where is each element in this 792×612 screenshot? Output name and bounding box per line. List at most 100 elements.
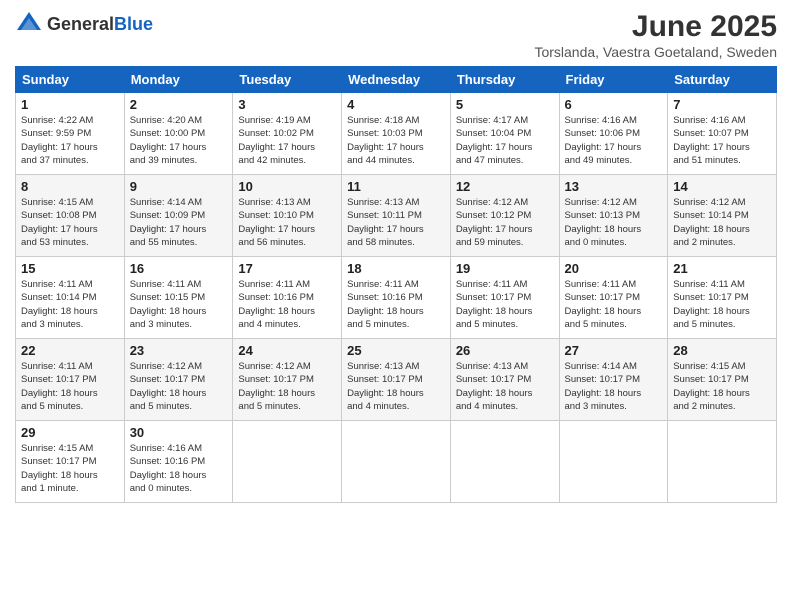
weekday-thursday: Thursday bbox=[450, 67, 559, 93]
day-info: Sunrise: 4:11 AMSunset: 10:17 PMDaylight… bbox=[673, 278, 771, 331]
calendar-day-18: 18Sunrise: 4:11 AMSunset: 10:16 PMDaylig… bbox=[342, 257, 451, 339]
day-info: Sunrise: 4:15 AMSunset: 10:17 PMDaylight… bbox=[21, 442, 119, 495]
day-info: Sunrise: 4:15 AMSunset: 10:17 PMDaylight… bbox=[673, 360, 771, 413]
empty-cell bbox=[668, 421, 777, 503]
day-info: Sunrise: 4:11 AMSunset: 10:16 PMDaylight… bbox=[238, 278, 336, 331]
day-number: 30 bbox=[130, 425, 228, 440]
title-block: June 2025 Torslanda, Vaestra Goetaland, … bbox=[534, 10, 777, 60]
day-info: Sunrise: 4:18 AMSunset: 10:03 PMDaylight… bbox=[347, 114, 445, 167]
day-number: 13 bbox=[565, 179, 663, 194]
day-number: 29 bbox=[21, 425, 119, 440]
calendar-day-8: 8 Sunrise: 4:15 AMSunset: 10:08 PMDayligh… bbox=[16, 175, 125, 257]
logo: GeneralBlue bbox=[15, 10, 153, 38]
calendar-day-20: 20 Sunrise: 4:11 AMSunset: 10:17 PMDaylig… bbox=[559, 257, 668, 339]
weekday-tuesday: Tuesday bbox=[233, 67, 342, 93]
day-number: 1 bbox=[21, 97, 119, 112]
day-number: 22 bbox=[21, 343, 119, 358]
day-info: Sunrise: 4:12 AMSunset: 10:12 PMDaylight… bbox=[456, 196, 554, 249]
day-number: 12 bbox=[456, 179, 554, 194]
calendar-day-6: 6Sunrise: 4:16 AMSunset: 10:06 PMDayligh… bbox=[559, 93, 668, 175]
day-info: Sunrise: 4:13 AMSunset: 10:10 PMDaylight… bbox=[238, 196, 336, 249]
calendar-day-29: 29 Sunrise: 4:15 AMSunset: 10:17 PMDaylig… bbox=[16, 421, 125, 503]
calendar-day-21: 21 Sunrise: 4:11 AMSunset: 10:17 PMDaylig… bbox=[668, 257, 777, 339]
calendar-day-25: 25Sunrise: 4:13 AMSunset: 10:17 PMDaylig… bbox=[342, 339, 451, 421]
logo-icon bbox=[15, 10, 43, 38]
day-info: Sunrise: 4:16 AMSunset: 10:06 PMDaylight… bbox=[565, 114, 663, 167]
calendar-week-5: 29 Sunrise: 4:15 AMSunset: 10:17 PMDaylig… bbox=[16, 421, 777, 503]
calendar-day-13: 13 Sunrise: 4:12 AMSunset: 10:13 PMDaylig… bbox=[559, 175, 668, 257]
calendar-day-30: 30Sunrise: 4:16 AMSunset: 10:16 PMDaylig… bbox=[124, 421, 233, 503]
day-info: Sunrise: 4:13 AMSunset: 10:11 PMDaylight… bbox=[347, 196, 445, 249]
calendar-week-2: 8 Sunrise: 4:15 AMSunset: 10:08 PMDayligh… bbox=[16, 175, 777, 257]
day-info: Sunrise: 4:11 AMSunset: 10:17 PMDaylight… bbox=[456, 278, 554, 331]
day-number: 3 bbox=[238, 97, 336, 112]
day-number: 16 bbox=[130, 261, 228, 276]
day-info: Sunrise: 4:11 AMSunset: 10:17 PMDaylight… bbox=[21, 360, 119, 413]
calendar-day-10: 10 Sunrise: 4:13 AMSunset: 10:10 PMDaylig… bbox=[233, 175, 342, 257]
day-number: 9 bbox=[130, 179, 228, 194]
location-subtitle: Torslanda, Vaestra Goetaland, Sweden bbox=[534, 44, 777, 60]
logo-text: GeneralBlue bbox=[47, 14, 153, 35]
calendar-body: 1Sunrise: 4:22 AMSunset: 9:59 PMDaylight… bbox=[16, 93, 777, 503]
day-number: 20 bbox=[565, 261, 663, 276]
weekday-header-row: SundayMondayTuesdayWednesdayThursdayFrid… bbox=[16, 67, 777, 93]
day-number: 21 bbox=[673, 261, 771, 276]
day-info: Sunrise: 4:11 AMSunset: 10:16 PMDaylight… bbox=[347, 278, 445, 331]
day-number: 23 bbox=[130, 343, 228, 358]
weekday-wednesday: Wednesday bbox=[342, 67, 451, 93]
day-number: 7 bbox=[673, 97, 771, 112]
weekday-friday: Friday bbox=[559, 67, 668, 93]
day-number: 4 bbox=[347, 97, 445, 112]
day-number: 14 bbox=[673, 179, 771, 194]
calendar-day-14: 14 Sunrise: 4:12 AMSunset: 10:14 PMDaylig… bbox=[668, 175, 777, 257]
empty-cell bbox=[450, 421, 559, 503]
day-info: Sunrise: 4:12 AMSunset: 10:17 PMDaylight… bbox=[130, 360, 228, 413]
day-number: 27 bbox=[565, 343, 663, 358]
day-info: Sunrise: 4:11 AMSunset: 10:17 PMDaylight… bbox=[565, 278, 663, 331]
calendar-day-17: 17 Sunrise: 4:11 AMSunset: 10:16 PMDaylig… bbox=[233, 257, 342, 339]
day-number: 8 bbox=[21, 179, 119, 194]
month-title: June 2025 bbox=[534, 10, 777, 44]
day-info: Sunrise: 4:12 AMSunset: 10:13 PMDaylight… bbox=[565, 196, 663, 249]
day-info: Sunrise: 4:17 AMSunset: 10:04 PMDaylight… bbox=[456, 114, 554, 167]
calendar-day-1: 1Sunrise: 4:22 AMSunset: 9:59 PMDaylight… bbox=[16, 93, 125, 175]
calendar-day-28: 28 Sunrise: 4:15 AMSunset: 10:17 PMDaylig… bbox=[668, 339, 777, 421]
day-info: Sunrise: 4:12 AMSunset: 10:14 PMDaylight… bbox=[673, 196, 771, 249]
calendar-day-12: 12 Sunrise: 4:12 AMSunset: 10:12 PMDaylig… bbox=[450, 175, 559, 257]
day-info: Sunrise: 4:13 AMSunset: 10:17 PMDaylight… bbox=[456, 360, 554, 413]
header: GeneralBlue June 2025 Torslanda, Vaestra… bbox=[15, 10, 777, 60]
calendar-week-1: 1Sunrise: 4:22 AMSunset: 9:59 PMDaylight… bbox=[16, 93, 777, 175]
calendar-week-4: 22 Sunrise: 4:11 AMSunset: 10:17 PMDaylig… bbox=[16, 339, 777, 421]
calendar-day-19: 19Sunrise: 4:11 AMSunset: 10:17 PMDaylig… bbox=[450, 257, 559, 339]
day-info: Sunrise: 4:11 AMSunset: 10:14 PMDaylight… bbox=[21, 278, 119, 331]
logo-general: General bbox=[47, 14, 114, 34]
day-number: 15 bbox=[21, 261, 119, 276]
calendar-day-7: 7Sunrise: 4:16 AMSunset: 10:07 PMDayligh… bbox=[668, 93, 777, 175]
day-number: 28 bbox=[673, 343, 771, 358]
day-info: Sunrise: 4:15 AMSunset: 10:08 PMDaylight… bbox=[21, 196, 119, 249]
calendar-day-27: 27Sunrise: 4:14 AMSunset: 10:17 PMDaylig… bbox=[559, 339, 668, 421]
calendar-day-4: 4 Sunrise: 4:18 AMSunset: 10:03 PMDayligh… bbox=[342, 93, 451, 175]
calendar-day-24: 24Sunrise: 4:12 AMSunset: 10:17 PMDaylig… bbox=[233, 339, 342, 421]
day-number: 11 bbox=[347, 179, 445, 194]
day-number: 10 bbox=[238, 179, 336, 194]
day-info: Sunrise: 4:12 AMSunset: 10:17 PMDaylight… bbox=[238, 360, 336, 413]
empty-cell bbox=[342, 421, 451, 503]
day-info: Sunrise: 4:13 AMSunset: 10:17 PMDaylight… bbox=[347, 360, 445, 413]
day-info: Sunrise: 4:11 AMSunset: 10:15 PMDaylight… bbox=[130, 278, 228, 331]
calendar-day-11: 11 Sunrise: 4:13 AMSunset: 10:11 PMDaylig… bbox=[342, 175, 451, 257]
day-number: 5 bbox=[456, 97, 554, 112]
calendar-day-23: 23 Sunrise: 4:12 AMSunset: 10:17 PMDaylig… bbox=[124, 339, 233, 421]
weekday-saturday: Saturday bbox=[668, 67, 777, 93]
calendar-day-2: 2Sunrise: 4:20 AMSunset: 10:00 PMDayligh… bbox=[124, 93, 233, 175]
calendar-day-16: 16 Sunrise: 4:11 AMSunset: 10:15 PMDaylig… bbox=[124, 257, 233, 339]
day-info: Sunrise: 4:14 AMSunset: 10:09 PMDaylight… bbox=[130, 196, 228, 249]
weekday-sunday: Sunday bbox=[16, 67, 125, 93]
day-number: 26 bbox=[456, 343, 554, 358]
day-info: Sunrise: 4:20 AMSunset: 10:00 PMDaylight… bbox=[130, 114, 228, 167]
day-number: 17 bbox=[238, 261, 336, 276]
calendar-day-5: 5 Sunrise: 4:17 AMSunset: 10:04 PMDayligh… bbox=[450, 93, 559, 175]
calendar-table: SundayMondayTuesdayWednesdayThursdayFrid… bbox=[15, 66, 777, 503]
calendar-day-3: 3 Sunrise: 4:19 AMSunset: 10:02 PMDayligh… bbox=[233, 93, 342, 175]
day-info: Sunrise: 4:19 AMSunset: 10:02 PMDaylight… bbox=[238, 114, 336, 167]
